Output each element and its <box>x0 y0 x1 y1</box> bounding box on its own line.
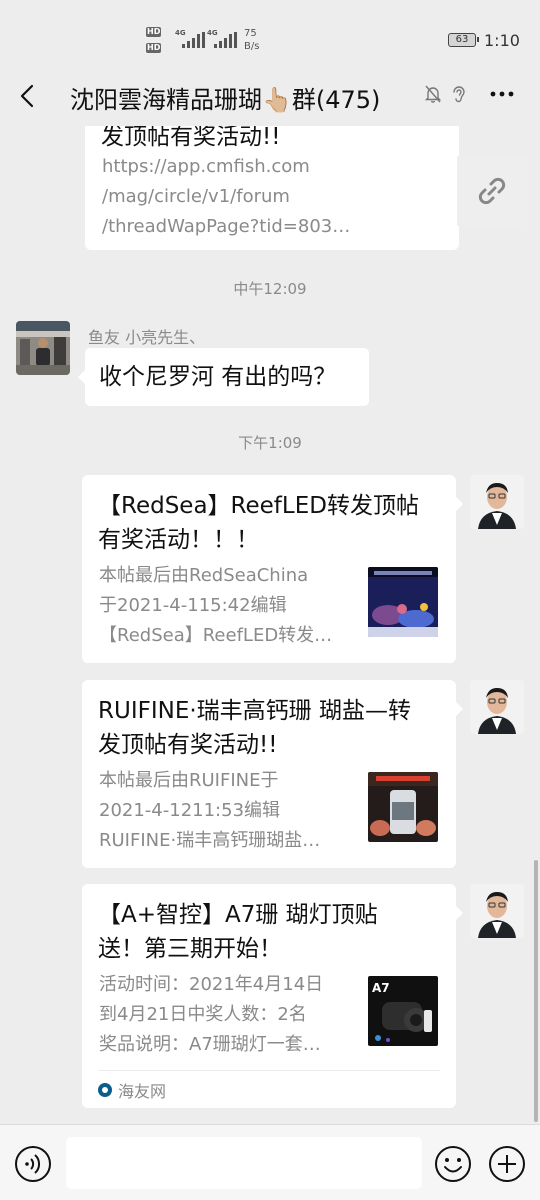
timestamp: 中午12:09 <box>233 280 307 298</box>
card-title-line: 送！第三期开始！ <box>98 936 282 962</box>
card-description-line: 奖品说明：A7珊瑚灯一套… <box>99 1034 321 1055</box>
card-description-line: 2021-4-1211:53编辑 <box>99 800 281 821</box>
card-description: https://app.cmfish.com/mag/circle/v1/for… <box>102 152 350 242</box>
aquarium-thumbnail <box>368 567 438 637</box>
thumbnail-label: A7 <box>372 981 390 995</box>
profile-photo <box>470 475 524 529</box>
source-name: 海友网 <box>118 1081 167 1101</box>
chat-title: 沈阳雲海精品珊瑚👆🏼群(475) <box>70 86 381 114</box>
card-description-line: 到4月21日中奖人数：2名 <box>99 1004 307 1025</box>
signal-icon <box>214 32 237 48</box>
card-description-line: /mag/circle/v1/forum <box>102 186 290 207</box>
card-title-line: 【A+智控】A7珊 瑚灯顶贴 <box>98 902 378 928</box>
card-title: 【RedSea】ReefLED转发顶帖 有奖活动！！！ <box>98 489 419 557</box>
source-logo-icon <box>98 1082 112 1097</box>
link-icon <box>478 177 506 205</box>
signal-icon <box>182 32 205 48</box>
card-title-line: 发顶帖有奖活动!! <box>98 732 278 758</box>
card-description-line: 活动时间：2021年4月14日 <box>99 974 324 995</box>
product-thumbnail: A7 <box>368 976 438 1046</box>
message-list[interactable]: 发顶帖有奖活动!! https://app.cmfish.com/mag/cir… <box>0 126 540 1124</box>
card-title-line: 【RedSea】ReefLED转发顶帖 <box>98 493 419 519</box>
card-description: 活动时间：2021年4月14日 到4月21日中奖人数：2名 奖品说明：A7珊瑚灯一套… <box>99 970 323 1060</box>
card-title: 发顶帖有奖活动!! <box>101 126 281 150</box>
text-message[interactable]: 收个尼罗河 有出的吗？ <box>78 348 369 406</box>
card-description-line: 【RedSea】ReefLED转发… <box>99 625 333 646</box>
earpiece-icon <box>453 86 465 103</box>
message-input[interactable] <box>66 1137 422 1189</box>
emoji-icon[interactable] <box>434 1145 472 1183</box>
link-card[interactable]: 【RedSea】ReefLED转发顶帖 有奖活动！！！ 本帖最后由RedSeaC… <box>82 475 463 663</box>
card-description-line: /threadWapPage?tid=803… <box>102 216 351 237</box>
product-thumbnail <box>368 772 438 842</box>
timestamp: 下午1:09 <box>238 434 302 452</box>
profile-photo <box>470 884 524 938</box>
hd-indicator: HD <box>146 27 162 37</box>
card-description: 本帖最后由RedSeaChina 于2021-4-115:42编辑【RedSea】… <box>99 561 332 651</box>
card-description-line: 本帖最后由RedSeaChina <box>99 565 309 586</box>
link-thumbnail <box>457 156 527 226</box>
card-title: RUIFINE·瑞丰高钙珊 瑚盐—转 发顶帖有奖活动!! <box>98 694 411 762</box>
card-description-line: 本帖最后由RUIFINE于 <box>99 770 279 791</box>
gym-photo <box>16 321 70 375</box>
avatar[interactable] <box>16 321 70 375</box>
card-source: 海友网 <box>98 1070 440 1108</box>
profile-photo <box>470 680 524 734</box>
avatar[interactable] <box>470 884 524 938</box>
card-description: 本帖最后由RUIFINE于 2021-4-1211:53编辑 RUIFINE·瑞丰高… <box>99 766 320 856</box>
card-title: 【A+智控】A7珊 瑚灯顶贴 送！第三期开始！ <box>98 898 378 966</box>
sender-name: 鱼友 小亮先生、 <box>88 328 206 347</box>
hd-indicator: HD <box>146 43 162 53</box>
link-card[interactable]: 发顶帖有奖活动!! https://app.cmfish.com/mag/cir… <box>85 126 527 250</box>
link-card[interactable]: 【A+智控】A7珊 瑚灯顶贴 送！第三期开始！ 活动时间：2021年4月14日到… <box>82 884 463 1108</box>
voice-input-icon[interactable] <box>14 1145 52 1183</box>
scrollbar[interactable] <box>534 860 538 1122</box>
speed-value: 75 <box>244 28 257 39</box>
status-bar: HD HD 4G 4G 75 B/s 63 1:10 <box>0 0 540 80</box>
link-card[interactable]: RUIFINE·瑞丰高钙珊 瑚盐—转 发顶帖有奖活动!! 本帖最后由RUIFIN… <box>82 680 463 868</box>
back-arrow-icon[interactable] <box>16 82 40 110</box>
add-more-icon[interactable] <box>488 1145 526 1183</box>
card-title-line: RUIFINE·瑞丰高钙珊 瑚盐—转 <box>98 698 411 724</box>
speed-unit: B/s <box>244 41 260 52</box>
clock: 1:10 <box>484 31 520 50</box>
card-description-line: 于2021-4-115:42编辑 <box>99 595 287 616</box>
more-options-icon[interactable] <box>488 82 516 106</box>
network-speed: 75 B/s <box>244 27 259 53</box>
card-description-line: RUIFINE·瑞丰高钙珊瑚盐… <box>99 830 321 851</box>
battery-icon: 63 <box>448 33 479 47</box>
mute-bell-icon <box>424 85 442 103</box>
avatar[interactable] <box>470 680 524 734</box>
input-bar <box>0 1124 540 1200</box>
card-title-line: 有奖活动！！！ <box>98 527 259 553</box>
chat-header: 沈阳雲海精品珊瑚👆🏼群(475) <box>0 70 540 126</box>
avatar[interactable] <box>470 475 524 529</box>
card-description-line: https://app.cmfish.com <box>102 156 310 177</box>
